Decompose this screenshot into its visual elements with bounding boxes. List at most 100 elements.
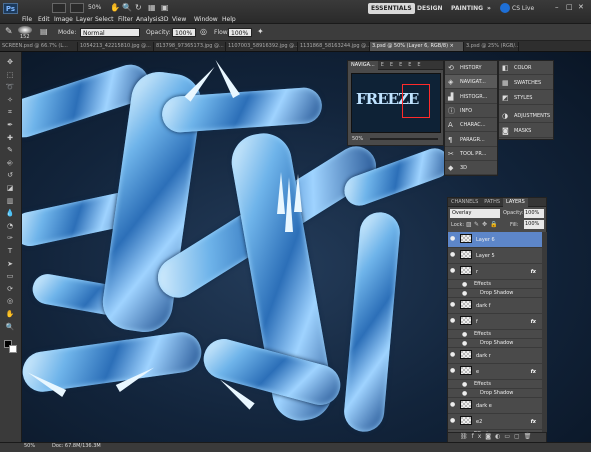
visibility-eye-icon[interactable]: ● [462,290,469,297]
flow-input[interactable]: 100% [228,28,252,37]
delete-layer-icon[interactable]: 🗑 [524,433,536,440]
document-tab[interactable]: 3.psd @ 25% (RGB/... [464,42,519,51]
layer-row[interactable]: ● dark e [448,398,542,414]
menu-window[interactable]: Window [194,16,218,23]
add-mask-icon[interactable]: ◙ [485,433,495,440]
dock-item-adjustments[interactable]: ◑ ADJUSTMENTS [499,109,553,123]
adjustment-layer-icon[interactable]: ◐ [495,433,504,440]
dock-item-swatches[interactable]: ▦ SWATCHES [499,76,553,90]
brush-tool-icon[interactable]: ✎ [4,146,16,155]
healing-brush-icon[interactable]: ✚ [4,134,16,143]
minimize-icon[interactable]: – [555,3,559,11]
3d-rotate-icon[interactable]: ⟳ [4,285,16,294]
menu-3d[interactable]: 3D [160,16,168,23]
document-tab[interactable]: 1054213_42215810.jpg @... [78,42,154,51]
mode-select[interactable]: Normal [80,28,140,37]
lock-pixels-icon[interactable]: ✎ [474,221,479,228]
dock-item-histogr[interactable]: ▟ HISTOGR... [445,90,497,104]
layer-effects-badge[interactable]: fx [531,264,536,280]
more-workspaces[interactable]: » [484,3,494,14]
rotate-view-icon[interactable]: ↻ [135,3,143,13]
airbrush-icon[interactable]: ✦ [257,27,267,37]
menu-image[interactable]: Image [54,16,73,23]
tab-collapsed[interactable]: E [387,61,396,70]
brush-tool-icon[interactable]: ✎ [5,27,15,37]
add-style-icon[interactable]: fx [472,433,486,440]
layers-scrollbar[interactable] [542,232,547,432]
3d-orbit-icon[interactable]: ◎ [4,297,16,306]
menu-select[interactable]: Select [95,16,114,23]
history-brush-icon[interactable]: ↺ [4,171,16,180]
menu-edit[interactable]: Edit [38,16,50,23]
effects-row[interactable]: ● Effects [448,380,542,389]
tab-collapsed[interactable]: E [396,61,405,70]
visibility-eye-icon[interactable]: ● [450,367,457,374]
visibility-eye-icon[interactable]: ● [462,381,469,388]
visibility-eye-icon[interactable]: ● [462,390,469,397]
path-select-icon[interactable]: ➤ [4,260,16,269]
visibility-eye-icon[interactable]: ● [450,417,457,424]
document-tab[interactable]: 1107003_58916392.jpg @... [226,42,298,51]
effect-row[interactable]: ● Drop Shadow [448,339,542,348]
fill-input[interactable]: 100% [524,220,544,229]
visibility-eye-icon[interactable]: ● [462,331,469,338]
dock-item-color[interactable]: ◧ COLOR [499,61,553,75]
effects-row[interactable]: ● Effects [448,330,542,339]
layer-row[interactable]: ● e fx [448,364,542,380]
visibility-eye-icon[interactable]: ● [450,301,457,308]
lasso-tool-icon[interactable]: ➰ [4,83,16,92]
dock-item-3d[interactable]: ◆ 3D [445,161,497,176]
screen-mode-icon[interactable]: ▣ [161,3,169,13]
workspace-design[interactable]: DESIGN [414,3,446,14]
dock-item-masks[interactable]: ◙ MASKS [499,124,553,138]
tab-collapsed[interactable]: E [414,61,423,70]
dock-item-charac[interactable]: A CHARAC... [445,118,497,133]
cs-live-button[interactable]: CS Live [512,5,534,12]
layer-row[interactable]: ● dark f [448,298,542,314]
layer-row[interactable]: ● r fx [448,264,542,280]
lock-position-icon[interactable]: ✥ [482,221,487,228]
visibility-eye-icon[interactable]: ● [450,351,457,358]
tab-layers[interactable]: LAYERS [503,198,528,207]
new-layer-icon[interactable]: ▢ [514,433,524,440]
visibility-eye-icon[interactable]: ● [462,340,469,347]
document-tab[interactable]: 813798_97365173.jpg @... [154,42,226,51]
menu-layer[interactable]: Layer [76,16,93,23]
pen-tool-icon[interactable]: ✑ [4,234,16,243]
marquee-tool-icon[interactable]: ⬚ [4,71,16,80]
menu-filter[interactable]: Filter [118,16,133,23]
clone-stamp-icon[interactable]: ⎆ [4,159,16,168]
bridge-icon[interactable] [52,3,66,13]
zoom-tool-icon[interactable]: 🔍 [4,323,16,332]
crop-tool-icon[interactable]: ⌗ [4,108,16,117]
brush-panel-icon[interactable]: ▤ [40,27,50,37]
layer-effects-badge[interactable]: fx [531,364,536,380]
move-tool-icon[interactable]: ✥ [4,58,16,67]
effect-row[interactable]: ● Drop Shadow [448,389,542,398]
hand-icon[interactable]: ✋ [110,3,120,13]
layer-row[interactable]: ● e2 fx [448,414,542,430]
layer-row[interactable]: ● Layer 6 [448,232,542,248]
lock-all-icon[interactable]: 🔒 [490,221,497,228]
close-icon[interactable]: ✕ [578,3,584,11]
lock-transparency-icon[interactable]: ▨ [466,221,472,228]
zoom-level-dropdown[interactable]: 50% [88,4,101,11]
status-zoom[interactable]: 50% [24,443,35,449]
layer-row[interactable]: ● dark r [448,348,542,364]
arrange-documents-icon[interactable]: ▦ [148,3,156,13]
zoom-icon[interactable]: 🔍 [122,3,132,13]
document-tab[interactable]: 3.psd @ 50% (Layer 6, RGB/8) × [370,42,464,51]
tab-paths[interactable]: PATHS [481,198,503,207]
layer-effects-badge[interactable]: fx [531,414,536,430]
visibility-eye-icon[interactable]: ● [462,281,469,288]
blend-mode-select[interactable]: Overlay [450,209,500,218]
dock-item-styles[interactable]: ◩ STYLES [499,91,553,105]
background-color-swatch[interactable] [9,345,17,353]
visibility-eye-icon[interactable]: ● [450,401,457,408]
menu-view[interactable]: View [172,16,186,23]
dodge-tool-icon[interactable]: ◔ [4,222,16,231]
navigator-zoom[interactable]: 50% [352,136,363,142]
visibility-eye-icon[interactable]: ● [450,251,457,258]
dock-item-navigat[interactable]: ◈ NAVIGAT... [445,75,497,90]
menu-file[interactable]: File [22,16,32,23]
